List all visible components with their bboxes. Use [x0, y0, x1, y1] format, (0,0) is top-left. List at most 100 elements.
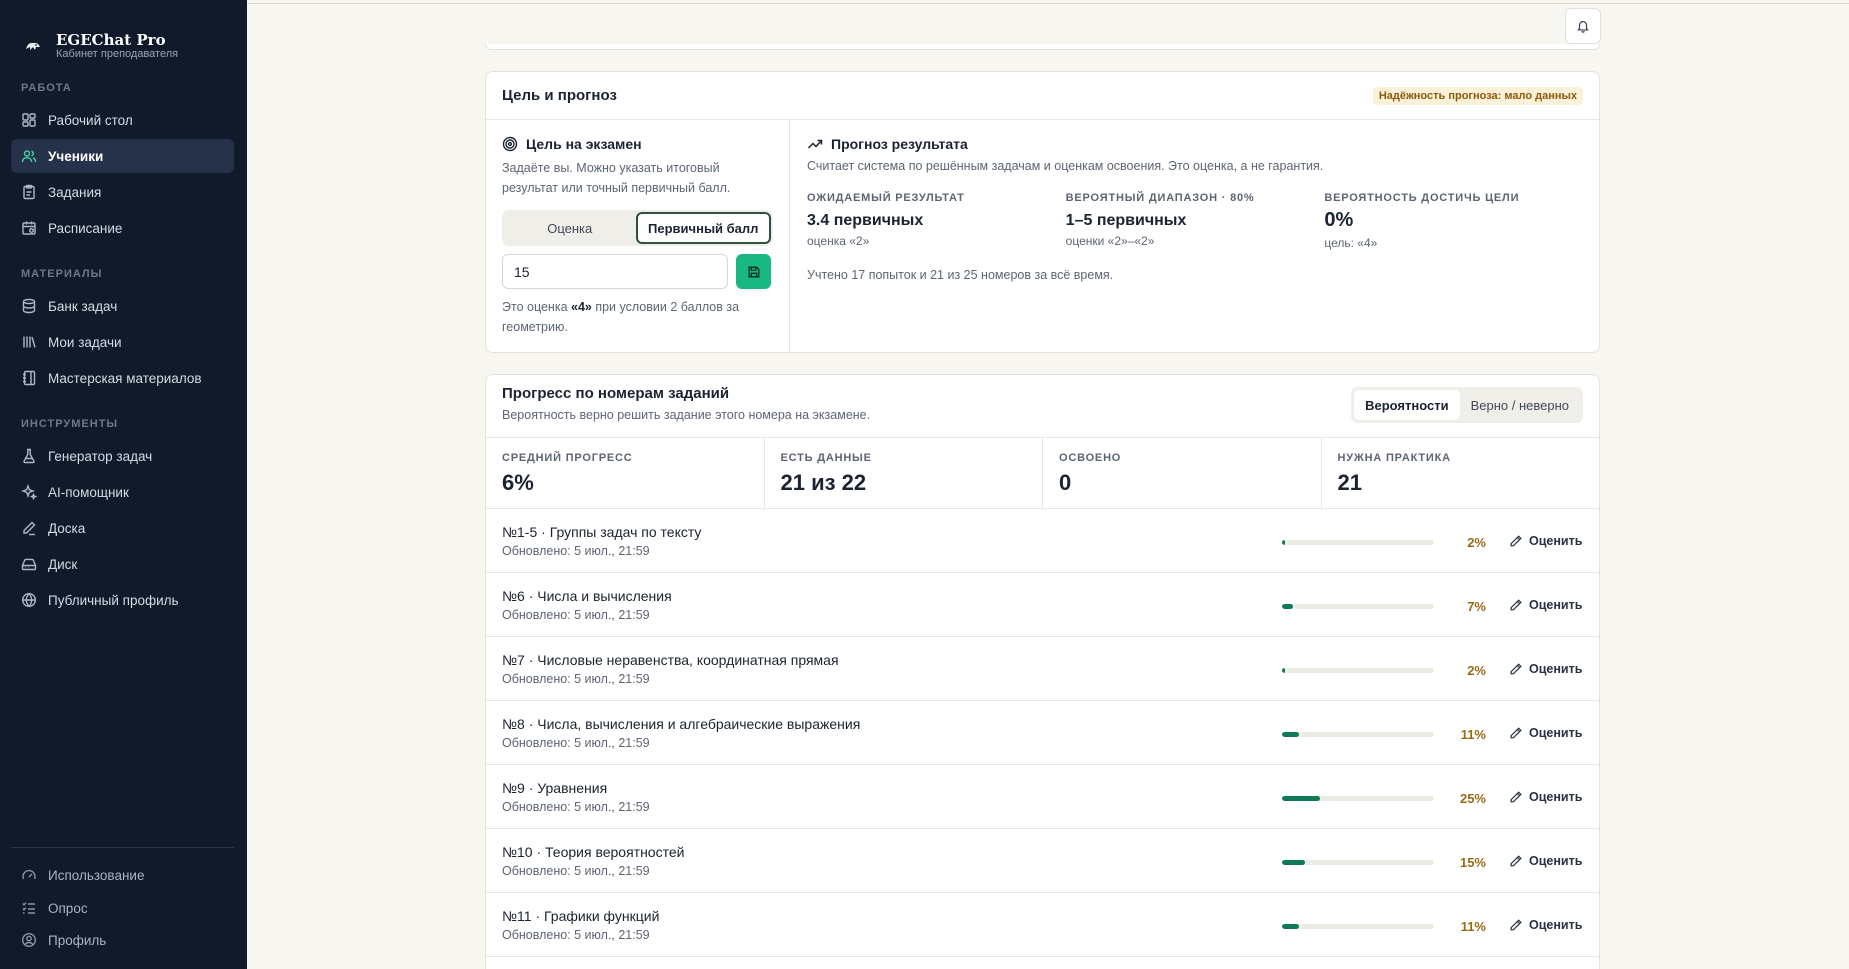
sidebar-item-label: Задания: [48, 184, 102, 200]
task-progress-bar: [1282, 604, 1434, 609]
sidebar-item-disk[interactable]: Диск: [11, 547, 234, 581]
goal-grade-value: «4»: [571, 300, 592, 314]
sidebar-item-board[interactable]: Доска: [11, 511, 234, 545]
sidebar-item-label: Банк задач: [48, 298, 118, 314]
pencil-icon: [1510, 599, 1522, 611]
section-title-work: РАБОТА: [21, 82, 72, 94]
forecast-reliability-badge: Надёжность прогноза: мало данных: [1372, 86, 1583, 105]
sidebar-item-schedule[interactable]: Расписание: [11, 211, 234, 245]
rate-label: Оценить: [1529, 726, 1583, 740]
sidebar-item-task-bank[interactable]: Банк задач: [11, 289, 234, 323]
task-updated: Обновлено: 5 июл., 21:59: [502, 736, 650, 750]
forecast-footer: Учтено 17 попыток и 21 из 25 номеров за …: [807, 268, 1114, 282]
sidebar-item-ai-assistant[interactable]: AI-помощник: [11, 475, 234, 509]
pencil-icon: [1510, 535, 1522, 547]
progress-stats: СРЕДНИЙ ПРОГРЕСС 6% ЕСТЬ ДАННЫЕ 21 из 22…: [486, 437, 1599, 509]
sidebar-item-materials-workshop[interactable]: Мастерская материалов: [11, 361, 234, 395]
goal-mode-primary-button[interactable]: Первичный балл: [635, 212, 771, 244]
trending-up-icon: [807, 139, 823, 149]
hard-drive-icon: [21, 558, 37, 571]
exam-goal-panel: Цель на экзамен Задаёте вы. Можно указат…: [486, 120, 790, 354]
pencil-icon: [1510, 919, 1522, 931]
database-icon: [22, 298, 36, 314]
sidebar-item-assignments[interactable]: Задания: [11, 175, 234, 209]
task-title: №1-5 · Группы задач по тексту: [502, 524, 702, 540]
forecast-metrics: ОЖИДАЕМЫЙ РЕЗУЛЬТАТ 3.4 первичных оценка…: [807, 192, 1583, 250]
pencil-icon: [1510, 663, 1522, 675]
task-percent: 11%: [1460, 727, 1486, 742]
task-progress-fill: [1282, 604, 1293, 609]
previous-card-edge: [485, 44, 1600, 50]
forecast-title-row: Прогноз результата: [807, 136, 1583, 152]
exam-goal-title: Цель на экзамен: [526, 136, 642, 152]
bell-icon: [1577, 21, 1589, 33]
rate-button[interactable]: Оценить: [1509, 918, 1582, 932]
forecast-range: ВЕРОЯТНЫЙ ДИАПАЗОН · 80% 1–5 первичных о…: [1066, 192, 1325, 250]
sidebar-item-label: Профиль: [48, 932, 107, 948]
task-updated: Обновлено: 5 июл., 21:59: [502, 928, 650, 942]
sidebar-item-my-tasks[interactable]: Мои задачи: [11, 325, 234, 359]
sidebar-item-label: Мастерская материалов: [48, 370, 202, 386]
task-title: №9 · Уравнения: [502, 780, 608, 796]
task-progress-bar: [1282, 924, 1434, 929]
clipboard-icon: [23, 184, 35, 200]
task-progress-fill: [1282, 732, 1299, 737]
scrollbar[interactable]: [1843, 0, 1849, 969]
goal-card-title: Цель и прогноз: [502, 87, 617, 104]
task-percent: 2%: [1467, 535, 1486, 550]
goal-score-input[interactable]: 15: [502, 254, 728, 289]
goal-card-header: Цель и прогноз Надёжность прогноза: мало…: [486, 72, 1599, 120]
sidebar-item-label: Опрос: [48, 900, 88, 916]
rate-button[interactable]: Оценить: [1509, 534, 1582, 548]
forecast-description: Считает система по решённым задачам и оц…: [807, 159, 1324, 173]
rate-button[interactable]: Оценить: [1509, 598, 1582, 612]
sidebar-item-survey[interactable]: Опрос: [11, 891, 234, 925]
sidebar-item-label: Использование: [48, 867, 145, 883]
task-percent: 7%: [1467, 599, 1486, 614]
task-updated: Обновлено: 5 июл., 21:59: [502, 544, 650, 558]
sidebar-item-students[interactable]: Ученики: [11, 139, 234, 173]
table-row: №1-5 · Группы задач по тексту Обновлено: …: [486, 509, 1599, 573]
rate-button[interactable]: Оценить: [1509, 854, 1582, 868]
sidebar-item-label: Расписание: [48, 220, 123, 236]
table-row: №11 · Графики функций Обновлено: 5 июл., …: [486, 893, 1599, 957]
goal-forecast-card: Цель и прогноз Надёжность прогноза: мало…: [485, 71, 1600, 354]
rate-label: Оценить: [1529, 598, 1583, 612]
sidebar-item-usage[interactable]: Использование: [11, 858, 234, 892]
goal-mode-grade-button[interactable]: Оценка: [504, 212, 636, 244]
calendar-icon: [22, 221, 36, 235]
gauge-icon: [22, 869, 36, 880]
progress-header: Прогресс по номерам заданий Вероятность …: [486, 375, 1599, 437]
sidebar-item-dashboard[interactable]: Рабочий стол: [11, 103, 234, 137]
task-percent: 15%: [1459, 855, 1486, 870]
task-percent: 2%: [1467, 663, 1486, 678]
rate-button[interactable]: Оценить: [1509, 662, 1582, 676]
pencil-icon: [1510, 727, 1522, 739]
user-circle-icon: [21, 932, 37, 948]
toggle-probabilities[interactable]: Вероятности: [1354, 390, 1460, 420]
brand-subtitle: Кабинет преподавателя: [56, 47, 179, 60]
sidebar-item-label: Генератор задач: [48, 448, 153, 464]
sidebar-item-label: Ученики: [48, 148, 104, 164]
exam-goal-title-row: Цель на экзамен: [502, 136, 773, 152]
save-goal-button[interactable]: [736, 254, 771, 289]
task-title: №7 · Числовые неравенства, координатная …: [502, 652, 839, 668]
pen-icon: [23, 521, 36, 536]
task-title: №11 · Графики функций: [502, 908, 660, 924]
section-title-materials: МАТЕРИАЛЫ: [21, 268, 103, 280]
stat-average-progress: СРЕДНИЙ ПРОГРЕСС 6%: [486, 438, 765, 508]
task-title: №10 · Теория вероятностей: [502, 844, 685, 860]
sidebar-item-task-generator[interactable]: Генератор задач: [11, 439, 234, 473]
toggle-correct-incorrect[interactable]: Верно / неверно: [1460, 390, 1580, 420]
rate-label: Оценить: [1529, 662, 1583, 676]
forecast-expected-value: 3.4 первичных: [807, 212, 924, 229]
rate-button[interactable]: Оценить: [1509, 726, 1582, 740]
sidebar-item-profile[interactable]: Профиль: [11, 923, 234, 957]
rate-button[interactable]: Оценить: [1509, 790, 1582, 804]
goal-mode-switch: Оценка Первичный балл: [502, 210, 773, 246]
brand[interactable]: EGEChat Pro Кабинет преподавателя: [0, 0, 247, 66]
sidebar-item-public-profile[interactable]: Публичный профиль: [11, 583, 234, 617]
task-progress-fill: [1282, 540, 1286, 545]
sparkles-icon: [21, 484, 37, 500]
notifications-button[interactable]: [1565, 8, 1601, 44]
